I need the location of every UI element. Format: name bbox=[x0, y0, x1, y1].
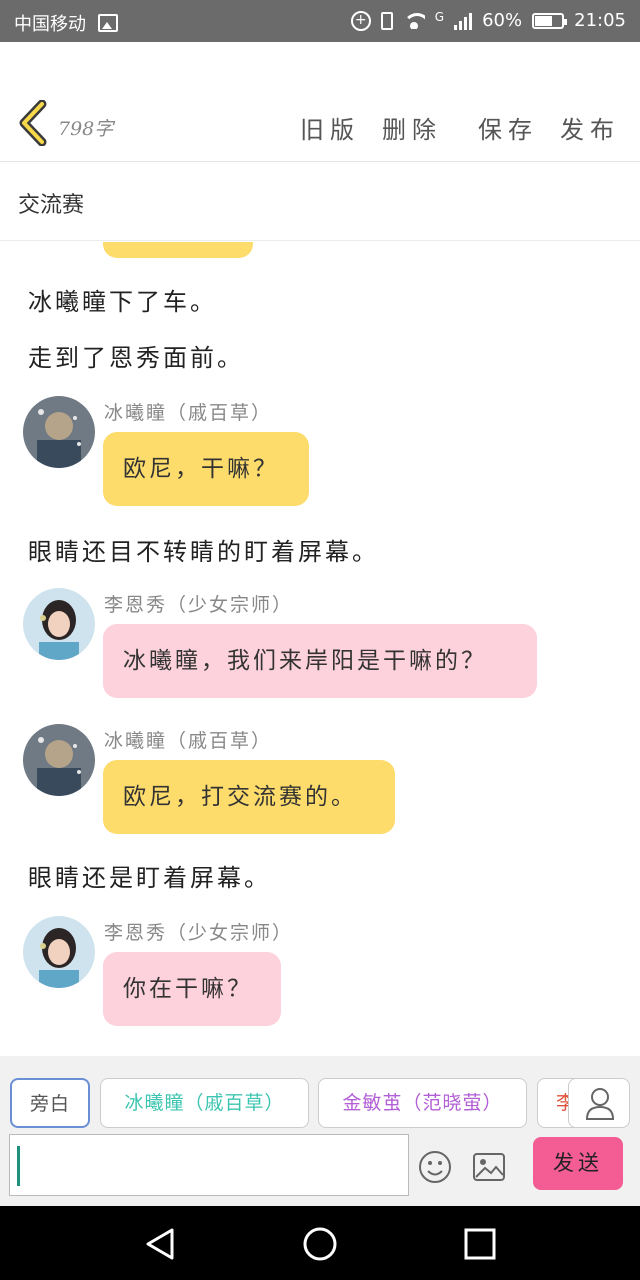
avatar-bing-xitong[interactable] bbox=[23, 396, 95, 468]
add-role-button[interactable] bbox=[568, 1078, 630, 1128]
avatar-li-enxiu[interactable] bbox=[23, 588, 95, 660]
nav-back-icon[interactable] bbox=[142, 1226, 178, 1262]
nav-home-icon[interactable] bbox=[302, 1226, 338, 1262]
nav-recents-icon[interactable] bbox=[462, 1226, 498, 1262]
chapter-title[interactable]: 交流赛 bbox=[18, 187, 84, 219]
image-icon[interactable] bbox=[472, 1152, 506, 1182]
narration-line: 走到了恩秀面前。 bbox=[28, 344, 244, 372]
clock: 21:05 bbox=[574, 10, 626, 31]
avatar-bing-xitong[interactable] bbox=[23, 724, 95, 796]
chapter-title-row[interactable]: 交流赛 bbox=[0, 163, 640, 241]
battery-icon bbox=[532, 12, 568, 29]
system-nav-bar bbox=[0, 1206, 640, 1280]
publish-button[interactable]: 发布 bbox=[560, 110, 620, 145]
image-notification-icon bbox=[98, 14, 118, 32]
signal-icon bbox=[454, 12, 473, 30]
wifi-icon bbox=[402, 12, 425, 29]
speaker-name: 冰曦瞳（戚百草） bbox=[104, 730, 273, 752]
composer-panel: 旁白 冰曦瞳（戚百草） 金敏茧（范晓萤） 李 发送 bbox=[0, 1056, 640, 1206]
role-chip-narrator[interactable]: 旁白 bbox=[10, 1078, 90, 1128]
avatar-li-enxiu[interactable] bbox=[23, 916, 95, 988]
old-version-button[interactable]: 旧版 bbox=[300, 110, 360, 145]
message-bubble-partial bbox=[103, 242, 253, 258]
emoji-icon[interactable] bbox=[418, 1150, 452, 1184]
message-input[interactable] bbox=[9, 1134, 409, 1196]
message-bubble[interactable]: 欧尼，干嘛？ bbox=[103, 432, 309, 506]
speaker-name: 李恩秀（少女宗师） bbox=[104, 594, 294, 616]
network-type: G bbox=[434, 10, 445, 24]
chat-area[interactable]: 冰曦瞳下了车。 走到了恩秀面前。 冰曦瞳（戚百草） 欧尼，干嘛？ 眼睛还目不转睛… bbox=[0, 242, 640, 1056]
narration-line: 眼睛还目不转睛的盯着屏幕。 bbox=[28, 538, 379, 566]
speaker-name: 冰曦瞳（戚百草） bbox=[104, 402, 273, 424]
narration-line: 眼睛还是盯着屏幕。 bbox=[28, 864, 271, 892]
send-button[interactable]: 发送 bbox=[533, 1137, 623, 1190]
header-actions: 旧版 删除 保存 发布 bbox=[300, 110, 620, 145]
carrier-label: 中国移动 bbox=[14, 14, 86, 35]
person-icon bbox=[585, 1088, 615, 1120]
role-selector[interactable]: 旁白 冰曦瞳（戚百草） 金敏茧（范晓萤） 李 bbox=[10, 1078, 630, 1130]
narration-line: 冰曦瞳下了车。 bbox=[28, 288, 217, 316]
back-arrow-icon[interactable] bbox=[16, 100, 50, 146]
vibrate-icon bbox=[380, 11, 393, 30]
delete-button[interactable]: 删除 bbox=[382, 110, 442, 145]
role-chip-bing-xitong[interactable]: 冰曦瞳（戚百草） bbox=[100, 1078, 309, 1128]
save-button[interactable]: 保存 bbox=[478, 110, 538, 145]
role-chip-jin-minjian[interactable]: 金敏茧（范晓萤） bbox=[318, 1078, 527, 1128]
battery-percent: 60% bbox=[482, 10, 523, 31]
speaker-name: 李恩秀（少女宗师） bbox=[104, 922, 294, 944]
message-bubble[interactable]: 欧尼，打交流赛的。 bbox=[103, 760, 395, 834]
message-bubble[interactable]: 你在干嘛？ bbox=[103, 952, 281, 1026]
word-count: 798字 bbox=[58, 118, 114, 140]
data-saver-icon: + bbox=[350, 10, 371, 31]
status-bar: 中国移动 + G 60% 21:05 bbox=[0, 0, 640, 42]
editor-header: 798字 旧版 删除 保存 发布 bbox=[0, 42, 640, 162]
text-cursor bbox=[17, 1146, 20, 1186]
message-bubble[interactable]: 冰曦瞳，我们来岸阳是干嘛的？ bbox=[103, 624, 537, 698]
